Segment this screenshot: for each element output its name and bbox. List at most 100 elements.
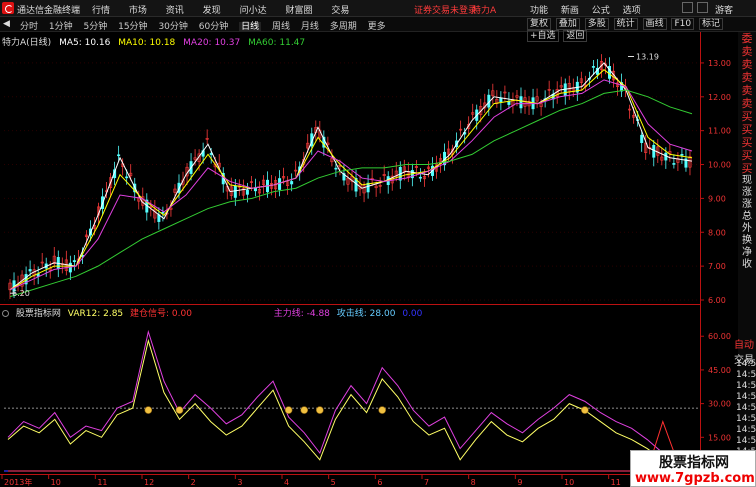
date-tick-label: 12 [144,478,154,487]
tab-multi-period[interactable]: 多周期 [330,22,357,32]
period-toolbar: ◀ 分时 1分钟 5分钟 15分钟 30分钟 60分钟 日线 周线 月线 多周期… [0,17,756,42]
menu-item-ask[interactable]: 问小达 [240,6,267,16]
period-tabs: 分时 1分钟 5分钟 15分钟 30分钟 60分钟 日线 周线 月线 多周期 更… [20,19,394,32]
login-status[interactable]: 证券交易未登录 [414,3,477,16]
candle-body [640,134,644,143]
price-tick-label: 12.00 [708,93,731,102]
buy-signal-icon [581,406,589,414]
extra-label: 0.00 [402,309,423,319]
side-label: 净 [742,247,752,258]
tool-adjust-button[interactable]: 复权 [527,18,552,30]
price-tick-label: 10.00 [708,161,731,170]
tab-60min[interactable]: 60分钟 [199,22,228,32]
buy-signal-icon [316,406,324,414]
price-tick-label: 6.00 [708,296,726,304]
menu-item-market[interactable]: 市场 [129,6,147,16]
tick-time: 14:56 [736,359,756,369]
date-tick-label: 11 [97,478,107,487]
high-price-label: 13.19 [636,52,659,61]
menu-item-options[interactable]: 选项 [623,6,641,16]
tool-stats-button[interactable]: 统计 [613,18,638,30]
buy-signal-icon [378,406,386,414]
side-label: 卖 [741,58,753,71]
menu-item-wealth[interactable]: 财富圈 [285,6,312,16]
security-title: 特力A(日线) [2,38,52,48]
tick-time: 14:56 [736,436,756,446]
date-tick-label: 9 [517,478,522,487]
candle-body [278,178,282,190]
main-force-label: 主力线: -4.88 [273,309,330,319]
auto-label[interactable]: 自动 [734,336,754,351]
menu-item-quotes[interactable]: 行情 [92,6,110,16]
maximize-icon[interactable] [697,2,708,13]
ma5-label: MA5: 10.16 [59,38,111,48]
side-label: 委 [741,32,753,45]
tab-daily[interactable]: 日线 [239,22,262,32]
side-label: 买 [741,136,753,149]
tab-15min[interactable]: 15分钟 [118,22,147,32]
tool-draw-button[interactable]: 画线 [642,18,667,30]
ma-legend: 特力A(日线) MA5: 10.16 MA10: 10.18 MA20: 10.… [2,35,310,48]
date-tick-label: 3 [237,478,242,487]
top-menu-bar: 通达信金融终端 行情 市场 资讯 发现 问小达 财富圈 交易 证券交易未登录 特… [0,0,756,17]
indicator-panel[interactable]: 60.00 45.00 30.00 15.00 0.00 [0,304,731,475]
candle-body [117,154,121,157]
buy-signal-icon [144,406,153,414]
indicator-line [8,420,695,472]
back-arrow-icon[interactable]: ◀ [3,19,10,29]
side-label: 买 [741,123,753,136]
tool-overlay-button[interactable]: 叠加 [555,18,580,30]
indicator-line [7,329,695,463]
indicator-tick-label: 15.00 [708,433,731,442]
indicator-name[interactable]: 股票指标网 [16,309,61,319]
tool-f10-button[interactable]: F10 [671,18,695,30]
attack-label: 攻击线: 28.00 [336,309,396,319]
price-tick-label: 9.00 [708,194,726,203]
date-tick-label: 2 [191,478,196,487]
tab-weekly[interactable]: 周线 [272,22,290,32]
tab-5min[interactable]: 5分钟 [84,22,108,32]
axis-divider [700,32,701,474]
guest-label[interactable]: 游客 [715,3,733,16]
tick-time: 14:56 [736,414,756,424]
candle-body [519,96,523,109]
minimize-icon[interactable] [682,2,693,13]
date-tick-label: 8 [471,478,476,487]
var12-label: VAR12: 2.85 [67,309,124,319]
candle-body [72,260,76,262]
ma20-label: MA20: 10.37 [183,38,241,48]
menu-item-news[interactable]: 资讯 [166,6,184,16]
price-chart-panel[interactable]: 13.00 12.00 11.00 10.00 9.00 8.00 7.00 6.00 13.1… [0,32,731,304]
side-label: 卖 [741,71,753,84]
menu-item-discover[interactable]: 发现 [203,6,221,16]
tab-monthly[interactable]: 月线 [301,22,319,32]
menu-item-function[interactable]: 功能 [530,6,548,16]
price-chart[interactable]: 13.00 12.00 11.00 10.00 9.00 8.00 7.00 6.00 13.1… [0,32,756,304]
tick-time: 14:56 [736,403,756,413]
side-label: 卖 [741,45,753,58]
watermark-box: 股票指标网 www.7gpzb.com [630,450,756,487]
app-logo-icon [2,2,14,14]
ma10-label: MA10: 10.18 [118,38,176,48]
indicator-line [7,338,695,468]
date-tick-label: 5 [331,478,336,487]
watermark-title: 股票指标网 [659,455,729,471]
settings-circle-icon[interactable] [2,310,9,317]
menu-item-new[interactable]: 新画 [561,6,579,16]
tab-more[interactable]: 更多 [368,22,386,32]
menu-item-trade[interactable]: 交易 [331,6,349,16]
candle-body [591,66,595,68]
candle-body [245,189,249,195]
ma-line-ma20 [9,79,693,291]
tool-mark-button[interactable]: 标记 [698,18,723,30]
side-label: 收 [742,259,752,270]
tab-30min[interactable]: 30分钟 [158,22,187,32]
side-label: 买 [741,110,753,123]
tab-intraday[interactable]: 分时 [20,22,38,32]
price-tick-label: 7.00 [708,262,726,271]
tool-multi-stock-button[interactable]: 多股 [584,18,609,30]
side-label: 外 [742,223,752,234]
menu-item-formula[interactable]: 公式 [592,6,610,16]
side-label: 涨 [742,187,752,198]
tab-1min[interactable]: 1分钟 [49,22,73,32]
